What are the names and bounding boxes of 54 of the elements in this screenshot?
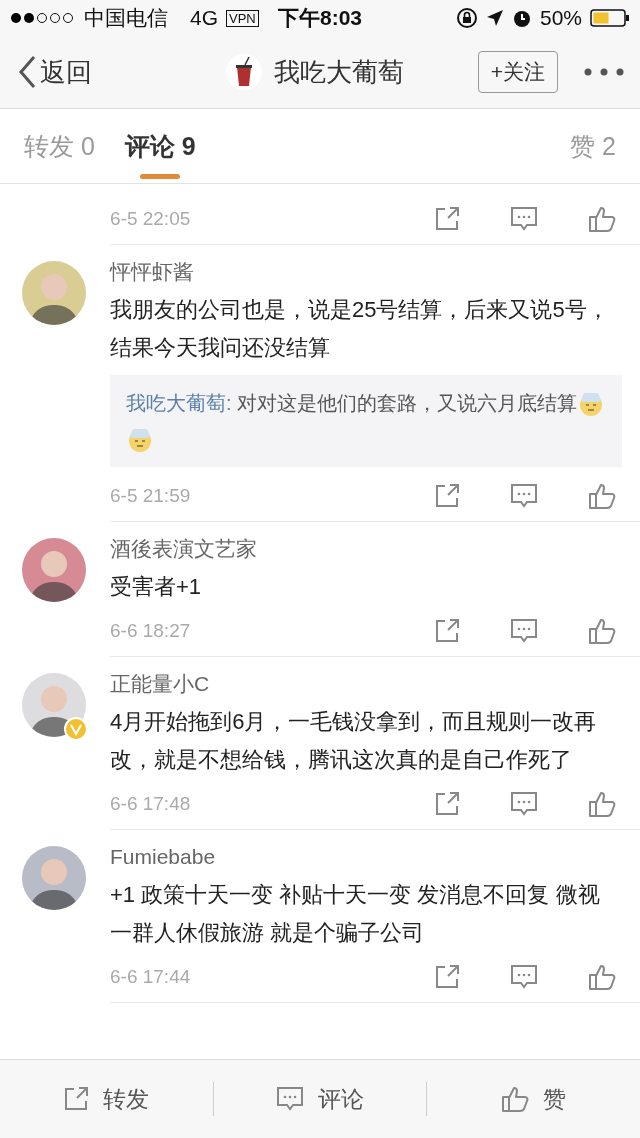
thumbs-up-icon[interactable] [588, 617, 616, 645]
back-button[interactable]: 返回 [18, 54, 92, 90]
cup-icon [225, 54, 262, 90]
thumbs-up-icon[interactable] [588, 205, 616, 233]
repost-button[interactable]: 转发 [0, 1060, 213, 1138]
comment-icon [276, 1086, 304, 1112]
share-icon[interactable] [434, 791, 460, 817]
share-icon[interactable] [434, 206, 460, 232]
user-name[interactable]: 酒後表演文艺家 [110, 536, 640, 562]
share-icon [63, 1086, 90, 1112]
thumbs-up-icon[interactable] [588, 790, 616, 818]
comment-icon[interactable] [510, 483, 538, 509]
reply-quote: 我吃大葡萄: 对对这是他们的套路，又说六月底结算 [110, 375, 622, 467]
network-type: 4G [190, 6, 218, 30]
emoji-icon [128, 428, 152, 453]
comment-time: 6-5 21:59 [110, 485, 192, 507]
clock: 下午8:03 [278, 5, 362, 31]
alarm-icon [511, 8, 532, 28]
emoji-icon [579, 392, 604, 417]
follow-button[interactable]: +关注 [477, 51, 558, 93]
comment-time: 6-6 17:48 [110, 793, 192, 815]
thumbs-up-icon [501, 1085, 530, 1113]
share-icon[interactable] [434, 483, 460, 509]
comment-button[interactable]: 评论 [213, 1060, 427, 1138]
signal-icon [10, 12, 76, 24]
thumbs-up-icon[interactable] [588, 482, 616, 510]
comment-text: +1 政策十天一变 补贴十天一变 发消息不回复 微视一群人休假旅游 就是个骗子公司 [110, 881, 601, 947]
user-name[interactable]: 怦怦虾酱 [110, 259, 640, 285]
share-icon[interactable] [434, 964, 460, 990]
carrier-name: 中国电信 [84, 5, 168, 31]
rotation-lock-icon [455, 7, 478, 29]
battery-percent: 50% [539, 6, 582, 30]
comment-time: 6-6 17:44 [110, 966, 192, 988]
vpn-indicator: VPN [226, 9, 259, 27]
comment-icon[interactable] [510, 964, 538, 990]
more-icon[interactable] [584, 68, 624, 76]
user-name[interactable]: Fumiebabe [110, 844, 640, 870]
back-icon [18, 55, 36, 89]
comment-text: 4月开始拖到6月，一毛钱没拿到，而且规则一改再改，就是不想给钱，腾讯这次真的是自己作死了 [110, 708, 598, 774]
comment-text: 受害者+1 [110, 573, 203, 601]
user-name[interactable]: 正能量小C [110, 671, 640, 697]
comment-time: 6-5 22:05 [110, 208, 192, 230]
thumbs-up-icon[interactable] [588, 963, 616, 991]
comment-icon[interactable] [510, 206, 538, 232]
comment-text: 我朋友的公司也是，说是25号结算，后来又说5号，结果今天我问还没结算 [110, 296, 610, 362]
user-name: 我吃大葡萄 [273, 55, 404, 89]
comment-icon[interactable] [510, 618, 538, 644]
comment-time: 6-6 18:27 [110, 620, 192, 642]
battery-icon [590, 8, 630, 28]
tab[interactable]: 评论 9 [124, 109, 196, 183]
share-icon[interactable] [434, 618, 460, 644]
location-icon [485, 9, 504, 27]
comment-icon[interactable] [510, 791, 538, 817]
like-button[interactable]: 赞 [427, 1060, 640, 1138]
